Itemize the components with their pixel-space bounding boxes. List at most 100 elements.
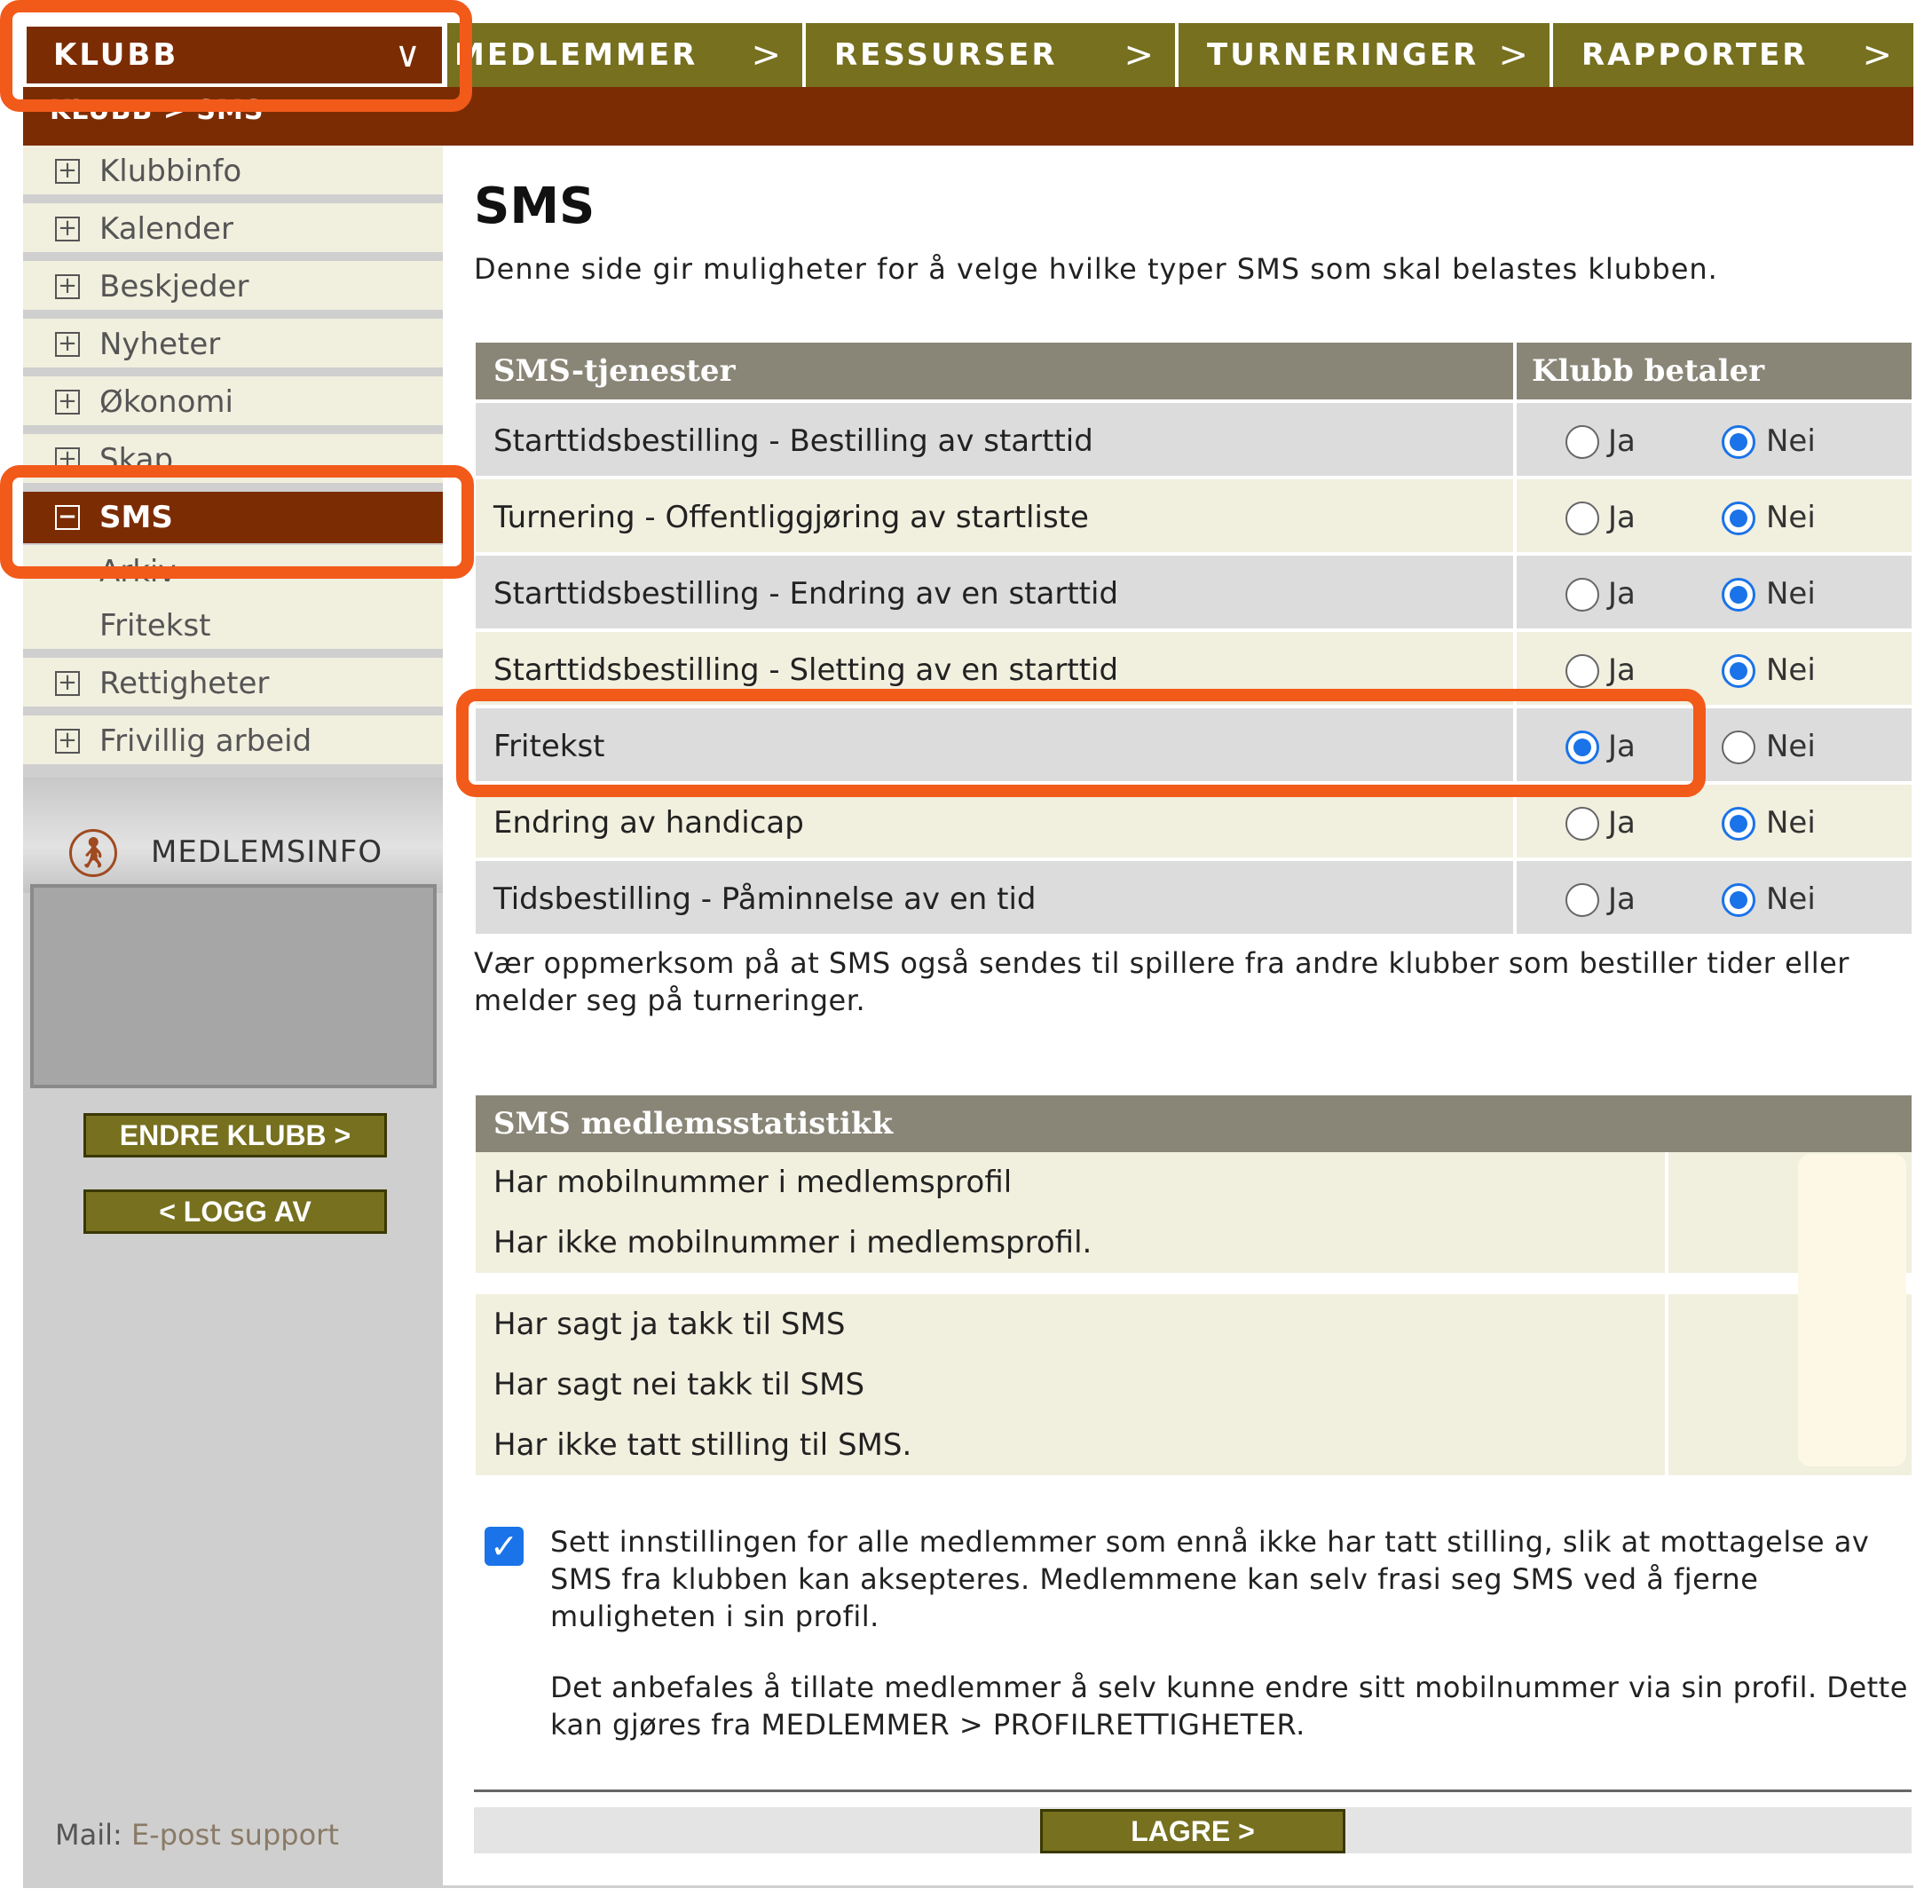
stats-values-box — [1798, 1154, 1906, 1466]
sidebar-item-label: Rettigheter — [99, 666, 270, 701]
stats-row-label: Har ikke tatt stilling til SMS. — [493, 1427, 912, 1463]
consent-checkbox[interactable]: ✓ — [485, 1527, 524, 1566]
stats-row: Har sagt nei takk til SMS — [476, 1355, 1912, 1415]
stats-row-label: Har sagt ja takk til SMS — [493, 1307, 846, 1342]
sidebar-item-rettigheter[interactable]: + Rettigheter — [23, 658, 443, 711]
plus-box-icon: + — [55, 332, 80, 357]
radio-nei[interactable] — [1722, 883, 1755, 917]
radio-ja[interactable] — [1565, 883, 1599, 917]
stats-row: Har mobilnummer i medlemsprofil — [476, 1152, 1912, 1213]
column-divider — [1665, 1294, 1668, 1355]
sidebar-item-okonomi[interactable]: + Økonomi — [23, 376, 443, 430]
stats-row-label: Har ikke mobilnummer i medlemsprofil. — [493, 1225, 1092, 1260]
page-title: SMS — [474, 178, 595, 235]
radio-nei[interactable] — [1722, 578, 1755, 612]
sidebar: + Klubbinfo + Kalender + Beskjeder + Nyh… — [23, 146, 443, 1885]
radio-label-ja: Ja — [1608, 576, 1636, 612]
notice-text: Vær oppmerksom på at SMS også sendes til… — [474, 946, 1849, 1017]
radio-label-nei: Nei — [1766, 805, 1816, 841]
column-header-club-pays: Klubb betaler — [1532, 353, 1765, 389]
stats-row-label: Har mobilnummer i medlemsprofil — [493, 1165, 1013, 1200]
plus-box-icon: + — [55, 729, 80, 754]
services-table-header: SMS-tjenester Klubb betaler — [476, 343, 1912, 399]
recommendation-text: Det anbefales å tillate medlemmer å selv… — [550, 1671, 1908, 1742]
column-divider — [1665, 1355, 1668, 1415]
radio-ja[interactable] — [1565, 425, 1599, 459]
radio-ja[interactable] — [1565, 807, 1599, 841]
sidebar-item-label: Frivillig arbeid — [99, 723, 312, 759]
radio-ja[interactable] — [1565, 578, 1599, 612]
sidebar-subitem-label: Fritekst — [99, 608, 211, 644]
nav-label: RESSURSER — [834, 37, 1058, 73]
nav-medlemmer[interactable]: MEDLEMMER > — [447, 23, 802, 87]
stats-row: Har ikke mobilnummer i medlemsprofil. — [476, 1213, 1912, 1273]
radio-nei[interactable] — [1722, 731, 1755, 764]
column-divider — [1513, 479, 1517, 556]
page-intro: Denne side gir muligheter for å velge hv… — [474, 252, 1718, 286]
plus-box-icon: + — [55, 217, 80, 241]
nav-label: MEDLEMMER — [454, 37, 698, 73]
radio-nei[interactable] — [1722, 654, 1755, 688]
radio-nei[interactable] — [1722, 807, 1755, 841]
plus-box-icon: + — [55, 671, 80, 696]
highlight-frame-klubb — [0, 0, 472, 112]
save-button[interactable]: LAGRE > — [1040, 1809, 1345, 1853]
radio-label-nei: Nei — [1766, 500, 1816, 535]
sidebar-item-label: Kalender — [99, 211, 233, 247]
nav-label: RAPPORTER — [1581, 37, 1809, 73]
mail-label: Mail: — [55, 1818, 122, 1852]
sidebar-item-kalender[interactable]: + Kalender — [23, 203, 443, 257]
email-support-link[interactable]: E-post support — [131, 1818, 339, 1852]
chevron-right-icon: > — [1498, 35, 1528, 75]
radio-label-nei: Nei — [1766, 423, 1816, 459]
service-label: Tidsbestilling - Påminnelse av en tid — [493, 881, 1037, 917]
stats-row: Har ikke tatt stilling til SMS. — [476, 1415, 1912, 1475]
nav-ressurser[interactable]: RESSURSER > — [806, 23, 1175, 87]
service-row: Turnering - Offentliggjøring av startlis… — [476, 476, 1912, 556]
radio-label-nei: Nei — [1766, 652, 1816, 688]
radio-label-nei: Nei — [1766, 881, 1816, 917]
column-divider — [1513, 343, 1517, 399]
column-header-service: SMS-tjenester — [493, 353, 736, 389]
plus-box-icon: + — [55, 390, 80, 415]
stats-table-header: SMS medlemsstatistikk — [476, 1095, 1912, 1152]
plus-box-icon: + — [55, 159, 80, 184]
member-info-box — [30, 884, 437, 1088]
member-info-label: MEDLEMSINFO — [151, 834, 383, 870]
service-label: Turnering - Offentliggjøring av startlis… — [493, 500, 1089, 535]
plus-box-icon: + — [55, 274, 80, 299]
mail-line: Mail: E-post support — [55, 1818, 339, 1852]
sidebar-item-klubbinfo[interactable]: + Klubbinfo — [23, 146, 443, 199]
person-icon: 🚶︎ — [69, 829, 117, 877]
radio-ja[interactable] — [1565, 654, 1599, 688]
radio-label-nei: Nei — [1766, 729, 1816, 764]
service-label: Starttidsbestilling - Bestilling av star… — [493, 423, 1093, 459]
chevron-right-icon: > — [1124, 35, 1154, 75]
sidebar-subitem-fritekst[interactable]: Fritekst — [23, 598, 443, 653]
sidebar-item-label: Klubbinfo — [99, 154, 242, 189]
logout-button[interactable]: < LOGG AV — [83, 1189, 387, 1234]
stats-row-label: Har sagt nei takk til SMS — [493, 1367, 865, 1402]
stats-row: Har sagt ja takk til SMS — [476, 1294, 1912, 1355]
column-divider — [1513, 403, 1517, 479]
radio-nei[interactable] — [1722, 425, 1755, 459]
column-divider — [1513, 556, 1517, 632]
divider-line — [474, 1789, 1912, 1792]
chevron-right-icon: > — [751, 35, 781, 75]
chevron-right-icon: > — [1862, 35, 1892, 75]
sidebar-item-nyheter[interactable]: + Nyheter — [23, 319, 443, 372]
column-divider — [1665, 1415, 1668, 1475]
radio-label-ja: Ja — [1608, 881, 1636, 917]
highlight-frame-sms — [0, 465, 474, 579]
sidebar-item-frivillig-arbeid[interactable]: + Frivillig arbeid — [23, 715, 443, 769]
nav-rapporter[interactable]: RAPPORTER > — [1553, 23, 1913, 87]
column-divider — [1665, 1152, 1668, 1213]
radio-nei[interactable] — [1722, 502, 1755, 535]
radio-label-nei: Nei — [1766, 576, 1816, 612]
member-info-header: 🚶︎ MEDLEMSINFO — [23, 778, 443, 893]
radio-ja[interactable] — [1565, 502, 1599, 535]
sidebar-item-beskjeder[interactable]: + Beskjeder — [23, 261, 443, 314]
service-row: Tidsbestilling - Påminnelse av en tid Ja N… — [476, 857, 1912, 937]
change-club-button[interactable]: ENDRE KLUBB > — [83, 1113, 387, 1157]
nav-turneringer[interactable]: TURNERINGER > — [1179, 23, 1550, 87]
